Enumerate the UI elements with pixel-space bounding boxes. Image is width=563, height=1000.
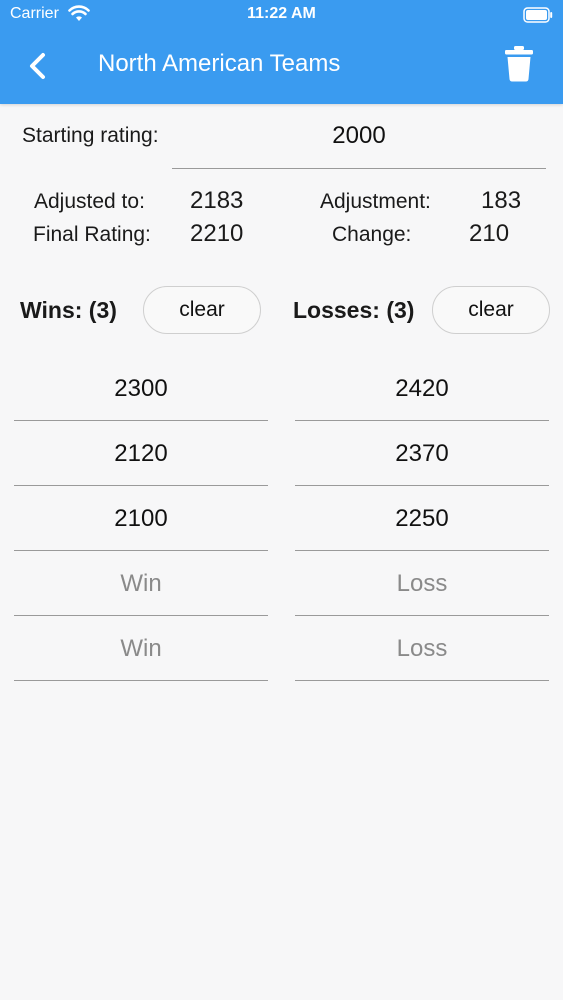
loss-entry-3[interactable]: 2250 [295,487,549,551]
battery-icon [523,7,553,23]
losses-title: Losses: (3) [293,297,415,323]
starting-rating-label: Starting rating: [22,124,159,147]
win-entry-empty-2[interactable]: Win [14,617,268,681]
status-bar: Carrier 11:22 AM [0,0,563,30]
loss-entry-2[interactable]: 2370 [295,422,549,486]
win-entry-empty-1[interactable]: Win [14,552,268,616]
wins-title: Wins: (3) [20,297,117,323]
clear-losses-button[interactable]: clear [432,286,550,334]
starting-rating-input[interactable]: 2000 [172,116,546,169]
adjustment-value: 183 [481,187,522,214]
change-value: 210 [469,220,510,247]
win-entry-3[interactable]: 2100 [14,487,268,551]
loss-entry-empty-2[interactable]: Loss [295,617,549,681]
status-time: 11:22 AM [247,5,316,22]
back-chevron-icon[interactable] [24,50,54,82]
page-title: North American Teams [98,50,341,77]
clear-wins-button[interactable]: clear [143,286,261,334]
adjustment-label: Adjustment: [320,190,431,213]
loss-entry-empty-1[interactable]: Loss [295,552,549,616]
final-rating-value: 2210 [190,220,244,247]
loss-entry-1[interactable]: 2420 [295,357,549,421]
win-entry-1[interactable]: 2300 [14,357,268,421]
starting-rating-value: 2000 [332,122,386,149]
final-rating-label: Final Rating: [33,223,151,246]
trash-icon[interactable] [505,46,533,82]
win-entry-2[interactable]: 2120 [14,422,268,486]
adjusted-to-label: Adjusted to: [34,190,145,213]
change-label: Change: [332,223,412,246]
navigation-bar: North American Teams [0,34,563,98]
adjusted-to-value: 2183 [190,187,244,214]
app-header: Carrier 11:22 AM North American Teams [0,0,563,104]
